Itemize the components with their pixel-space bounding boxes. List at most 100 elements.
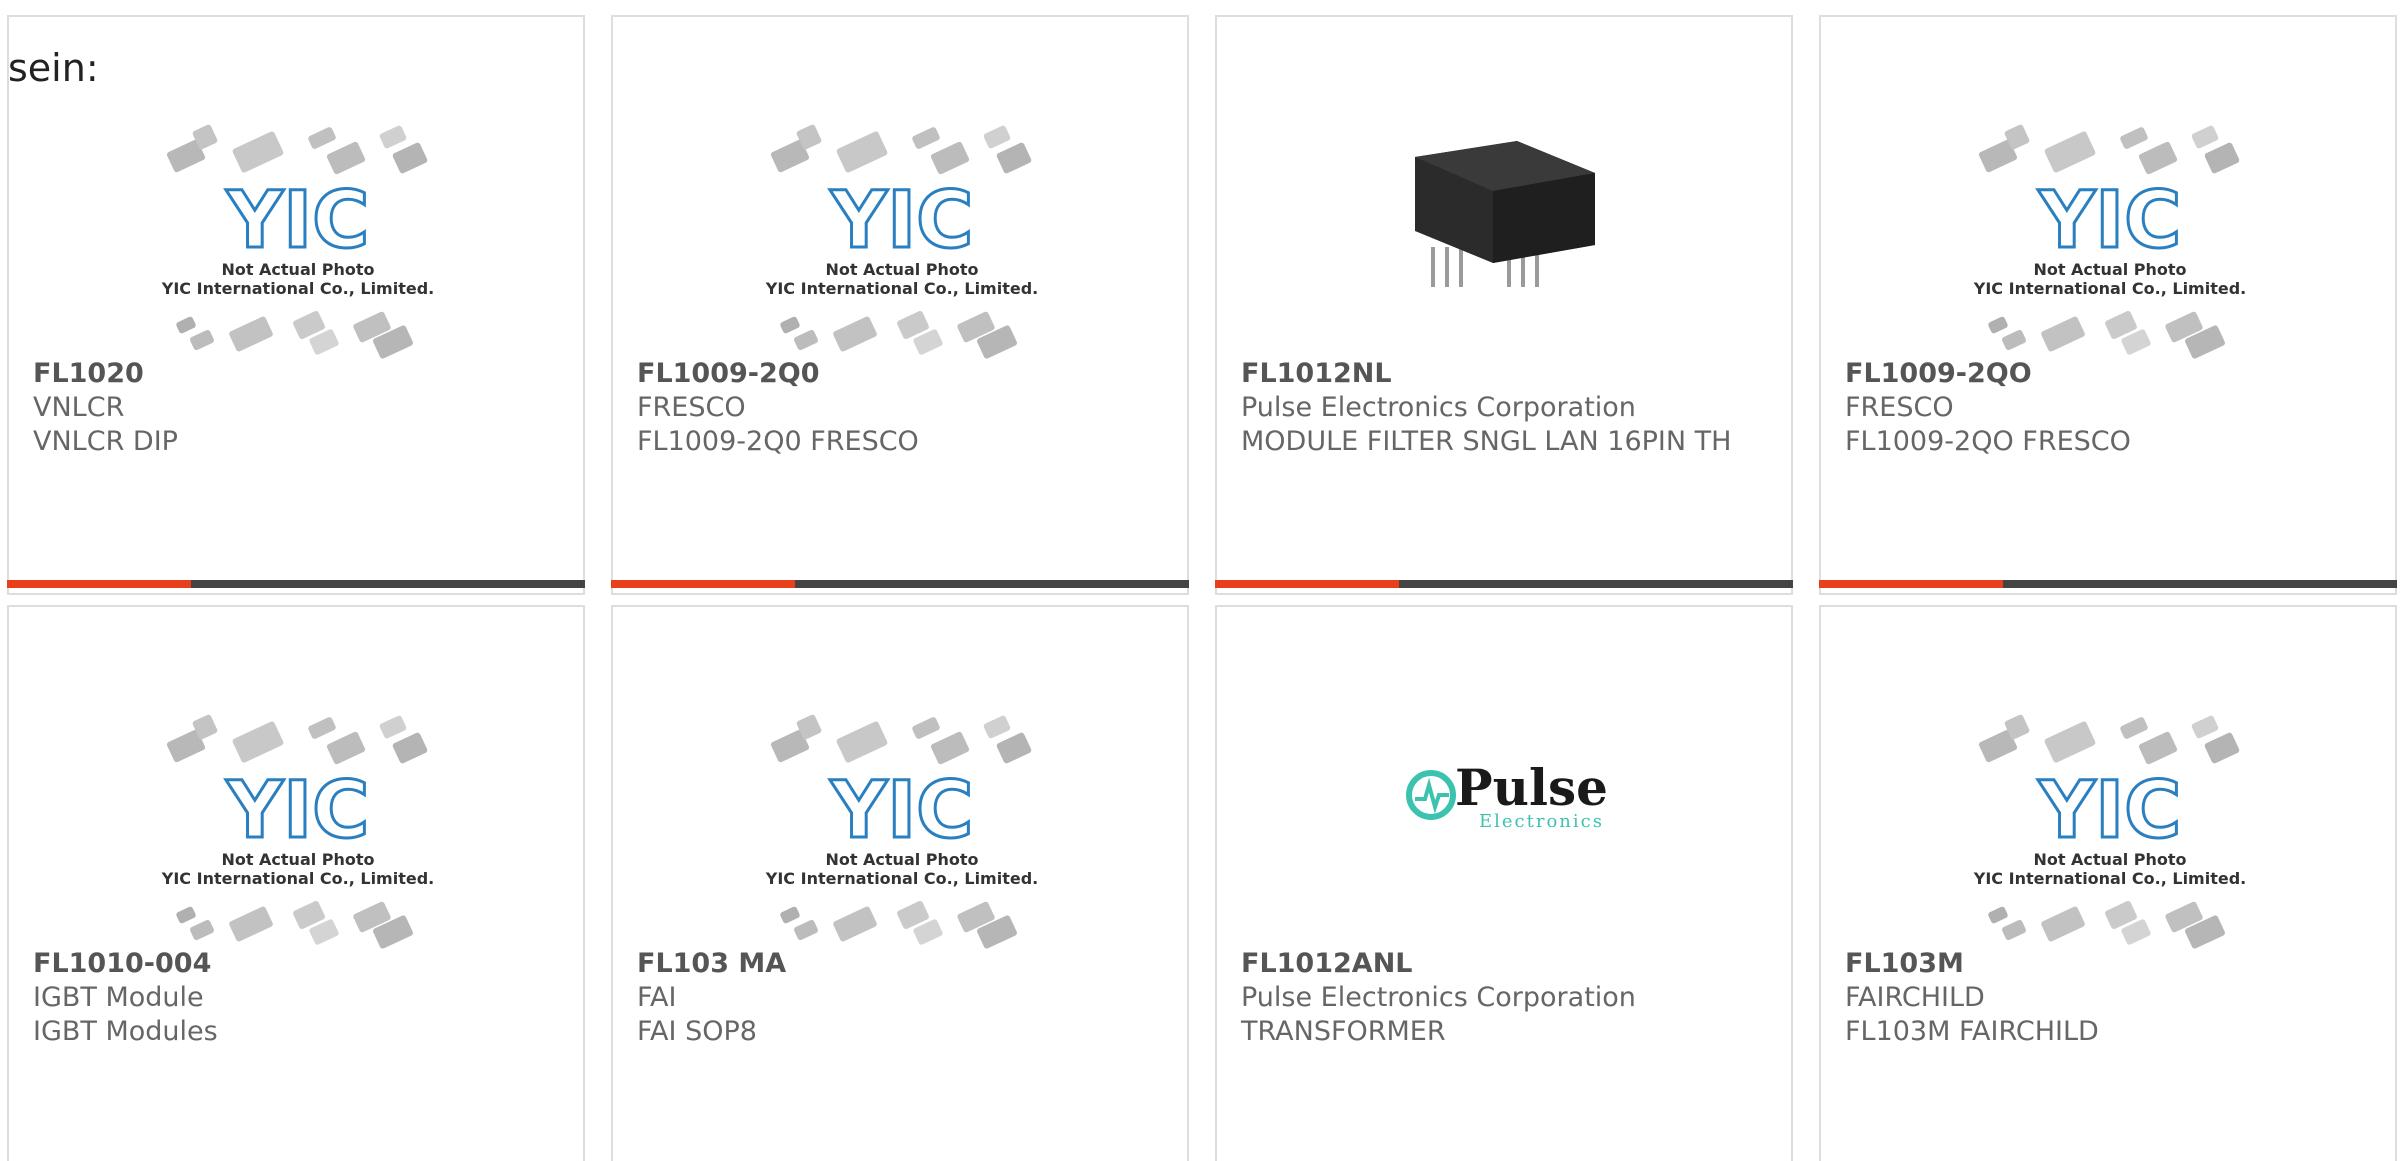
yic-placeholder-image: YICNot Actual PhotoYIC International Co.…	[161, 714, 434, 949]
chip-icon	[229, 906, 273, 942]
intro-text: sein:	[8, 46, 99, 90]
manufacturer-label: IGBT Module	[33, 982, 204, 1013]
yic-placeholder-image: YICNot Actual PhotoYIC International Co.…	[765, 124, 1038, 359]
manufacturer-label: Pulse Electronics Corporation	[1241, 392, 1636, 423]
placeholder-caption-1: Not Actual Photo	[2033, 260, 2186, 279]
placeholder-caption-2: YIC International Co., Limited.	[765, 279, 1038, 298]
product-info: FL1020 VNLCR VNLCR DIP	[33, 357, 559, 459]
product-image[interactable]: Pulse Electronics	[1217, 687, 1791, 957]
product-info: FL1009-2QO FRESCO FL1009-2QO FRESCO	[1845, 357, 2371, 459]
product-image[interactable]: YIC Not Actual Photo YIC International Co.…	[613, 687, 1187, 957]
yic-logo-icon: YIC	[2038, 176, 2182, 266]
card-accent-bar	[7, 580, 191, 588]
chip-icon	[912, 127, 940, 149]
chip-icon	[308, 717, 336, 739]
product-card[interactable]: YIC Not Actual Photo YIC International Co.…	[7, 15, 585, 595]
placeholder-caption-1: Not Actual Photo	[2033, 850, 2186, 869]
chip-icon	[996, 732, 1032, 764]
product-info: FL103M FAIRCHILD FL103M FAIRCHILD	[1845, 947, 2371, 1049]
description-label: VNLCR DIP	[33, 426, 178, 457]
product-image[interactable]: YIC Not Actual Photo YIC International Co.…	[1821, 97, 2395, 367]
chip-icon	[833, 316, 877, 352]
card-bottom-bar	[611, 580, 1189, 588]
chip-icon	[229, 316, 273, 352]
manufacturer-label: VNLCR	[33, 392, 125, 423]
yic-logo-icon: YIC	[2038, 766, 2182, 856]
chip-icon	[996, 142, 1032, 174]
product-image[interactable]: YIC Not Actual Photo YIC International Co.…	[613, 97, 1187, 367]
placeholder-caption-1: Not Actual Photo	[221, 850, 374, 869]
part-number-link[interactable]: FL1009-2Q0	[637, 357, 1163, 391]
product-card[interactable]: YIC Not Actual Photo YIC International Co.…	[611, 605, 1189, 1161]
product-grid-page: YIC Not Actual Photo YIC International Co.…	[0, 0, 2400, 1161]
description-label: MODULE FILTER SNGL LAN 16PIN TH	[1241, 426, 1732, 457]
product-card[interactable]: YIC Not Actual Photo YIC International Co.…	[7, 605, 585, 1161]
product-info: FL1010-004 IGBT Module IGBT Modules	[33, 947, 559, 1049]
product-info: FL1012ANL Pulse Electronics Corporation TR…	[1241, 947, 1767, 1049]
card-accent-bar	[1819, 580, 2003, 588]
chip-icon	[1988, 316, 2008, 334]
chip-icon	[176, 906, 196, 924]
placeholder-caption-2: YIC International Co., Limited.	[161, 279, 434, 298]
card-bottom-bar	[7, 580, 585, 588]
chip-icon	[930, 141, 970, 175]
product-info: FL1009-2Q0 FRESCO FL1009-2Q0 FRESCO	[637, 357, 1163, 459]
chip-icon	[930, 731, 970, 765]
chip-icon	[836, 721, 888, 763]
placeholder-caption-2: YIC International Co., Limited.	[1973, 869, 2246, 888]
card-accent-bar	[1215, 580, 1399, 588]
chip-icon	[2204, 142, 2240, 174]
part-number-link[interactable]: FL1010-004	[33, 947, 559, 981]
part-number-link[interactable]: FL1009-2QO	[1845, 357, 2371, 391]
product-image[interactable]	[1217, 97, 1791, 367]
yic-placeholder-image: YICNot Actual PhotoYIC International Co.…	[765, 714, 1038, 949]
product-card[interactable]: YIC Not Actual Photo YIC International Co.…	[1819, 15, 2397, 595]
part-number-link[interactable]: FL103M	[1845, 947, 2371, 981]
product-image[interactable]: YIC Not Actual Photo YIC International Co.…	[9, 687, 583, 957]
product-card[interactable]: FL1012NL Pulse Electronics Corporation MOD…	[1215, 15, 1793, 595]
chip-icon	[190, 329, 214, 351]
product-card[interactable]: YIC Not Actual Photo YIC International Co.…	[611, 15, 1189, 595]
manufacturer-label: FAIRCHILD	[1845, 982, 1985, 1013]
placeholder-caption-2: YIC International Co., Limited.	[765, 869, 1038, 888]
card-bottom-bar	[1819, 580, 2397, 588]
card-accent-bar	[611, 580, 795, 588]
description-label: TRANSFORMER	[1241, 1016, 1446, 1047]
part-number-link[interactable]: FL103 MA	[637, 947, 1163, 981]
chip-icon	[2044, 131, 2096, 173]
placeholder-caption-1: Not Actual Photo	[825, 850, 978, 869]
description-label: IGBT Modules	[33, 1016, 218, 1047]
yic-logo-icon: YIC	[830, 766, 974, 856]
chip-icon	[2191, 125, 2219, 149]
chip-icon	[176, 316, 196, 334]
product-info: FL103 MA FAI FAI SOP8	[637, 947, 1163, 1049]
chip-icon	[2138, 141, 2178, 175]
yic-placeholder-image: YICNot Actual PhotoYIC International Co.…	[1973, 714, 2246, 949]
svg-text:Electronics: Electronics	[1479, 811, 1604, 832]
product-image[interactable]: YIC Not Actual Photo YIC International Co.…	[9, 97, 583, 367]
chip-icon	[379, 715, 407, 739]
chip-icon	[2204, 732, 2240, 764]
chip-icon	[232, 131, 284, 173]
part-number-link[interactable]: FL1020	[33, 357, 559, 391]
chip-icon	[833, 906, 877, 942]
part-number-link[interactable]: FL1012ANL	[1241, 947, 1767, 981]
chip-icon	[2041, 906, 2085, 942]
chip-icon	[2191, 715, 2219, 739]
description-label: FAI SOP8	[637, 1016, 757, 1047]
chip-icon	[912, 717, 940, 739]
product-info: FL1012NL Pulse Electronics Corporation MOD…	[1241, 357, 1767, 459]
chip-icon	[794, 919, 818, 941]
yic-logo-icon: YIC	[830, 176, 974, 266]
product-card[interactable]: Pulse Electronics FL1012ANL Pulse Electroni…	[1215, 605, 1793, 1161]
chip-icon	[232, 721, 284, 763]
product-card[interactable]: YIC Not Actual Photo YIC International Co.…	[1819, 605, 2397, 1161]
manufacturer-label: FRESCO	[637, 392, 746, 423]
manufacturer-label: Pulse Electronics Corporation	[1241, 982, 1636, 1013]
chip-icon	[2002, 329, 2026, 351]
part-number-link[interactable]: FL1012NL	[1241, 357, 1767, 391]
chip-icon	[2120, 717, 2148, 739]
chip-icon	[379, 125, 407, 149]
product-image[interactable]: YIC Not Actual Photo YIC International Co.…	[1821, 687, 2395, 957]
description-label: FL1009-2Q0 FRESCO	[637, 426, 919, 457]
